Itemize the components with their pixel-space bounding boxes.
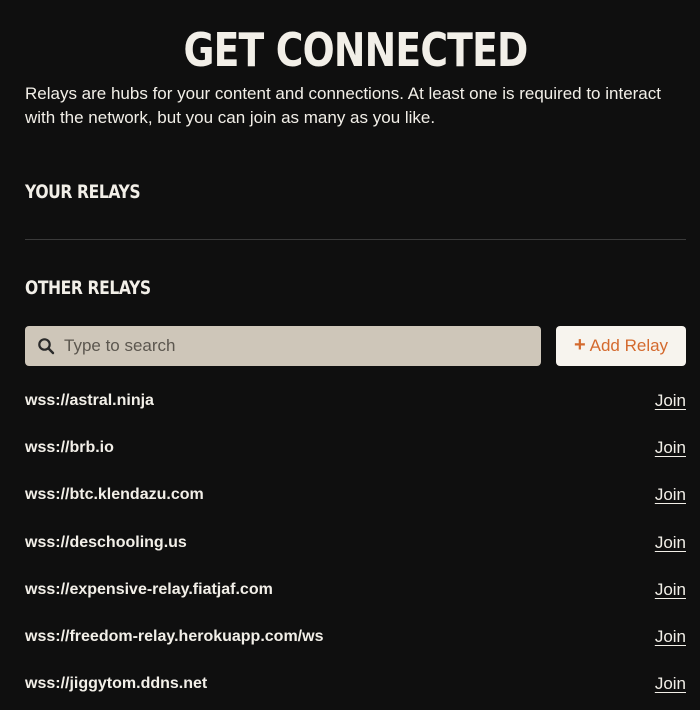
join-link[interactable]: Join	[655, 439, 686, 457]
relay-row: wss://brb.io Join	[25, 425, 686, 472]
join-link[interactable]: Join	[655, 533, 686, 552]
relay-row: wss://expensive-relay.fiatjaf.com Join	[25, 567, 686, 614]
relay-url: wss://btc.klendazu.com	[25, 486, 204, 504]
search-row: + Add Relay	[25, 326, 686, 366]
relay-url: wss://brb.io	[25, 439, 114, 457]
add-relay-label: Add Relay	[589, 336, 669, 355]
section-divider	[25, 239, 686, 240]
add-relay-button[interactable]: + Add Relay	[556, 326, 686, 366]
join-link[interactable]: Join	[655, 627, 686, 646]
page: GET CONNECTED Relays are hubs for your c…	[25, 0, 686, 693]
relay-row: wss://freedom-relay.herokuapp.com/ws Joi…	[25, 614, 686, 661]
other-relays-heading: OTHER RELAYS	[25, 277, 151, 299]
relay-url: wss://astral.ninja	[25, 392, 154, 409]
join-link[interactable]: Join	[655, 580, 686, 599]
plus-icon: +	[573, 334, 586, 356]
relay-row: wss://deschooling.us Join	[25, 520, 686, 567]
relay-list: wss://astral.ninja Join wss://brb.io Joi…	[25, 378, 686, 708]
join-link[interactable]: Join	[655, 486, 686, 504]
intro-text: Relays are hubs for your content and con…	[25, 84, 661, 127]
relay-url: wss://freedom-relay.herokuapp.com/ws	[25, 627, 324, 645]
search-input[interactable]	[64, 326, 529, 366]
relay-url: wss://deschooling.us	[25, 533, 187, 551]
search-icon	[38, 338, 55, 355]
relay-row: wss://astral.ninja Join	[25, 378, 686, 425]
relay-row: wss://btc.klendazu.com Join	[25, 472, 686, 519]
relay-row: wss://jiggytom.ddns.net Join	[25, 661, 686, 708]
join-link[interactable]: Join	[655, 675, 686, 693]
join-link[interactable]: Join	[655, 392, 686, 410]
your-relays-heading: YOUR RELAYS	[25, 181, 141, 203]
relay-url: wss://expensive-relay.fiatjaf.com	[25, 580, 273, 598]
search-box[interactable]	[25, 326, 541, 366]
page-title: GET CONNECTED	[183, 23, 528, 77]
relay-url: wss://jiggytom.ddns.net	[25, 675, 208, 693]
